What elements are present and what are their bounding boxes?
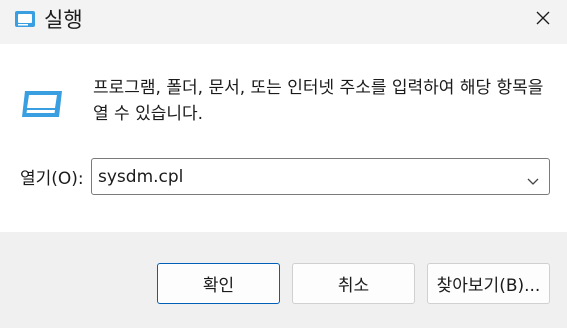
close-button[interactable]: [519, 0, 567, 40]
open-label: 열기(O):: [20, 169, 84, 189]
chevron-down-icon[interactable]: [527, 172, 539, 185]
close-icon: [535, 10, 551, 30]
dialog-body: 프로그램, 폴더, 문서, 또는 인터넷 주소를 입력하여 해당 항목을 열 수…: [0, 44, 567, 232]
browse-button[interactable]: 찾아보기(B)...: [427, 263, 550, 304]
ok-button[interactable]: 확인: [157, 263, 280, 304]
open-input[interactable]: sysdm.cpl: [98, 164, 183, 190]
run-app-icon: [14, 10, 36, 28]
open-combobox[interactable]: sysdm.cpl: [91, 158, 550, 195]
cancel-button[interactable]: 취소: [292, 263, 415, 304]
button-bar: 확인 취소 찾아보기(B)...: [0, 232, 567, 328]
title-bar[interactable]: 실행: [0, 0, 567, 44]
instruction-text: 프로그램, 폴더, 문서, 또는 인터넷 주소를 입력하여 해당 항목을 열 수…: [93, 78, 544, 124]
run-dialog: 실행 프로그램, 폴더, 문서, 또는 인터넷 주소를 입력하여 해당 항목을 …: [0, 0, 567, 328]
window-title: 실행: [44, 8, 83, 32]
run-icon: [20, 86, 64, 122]
